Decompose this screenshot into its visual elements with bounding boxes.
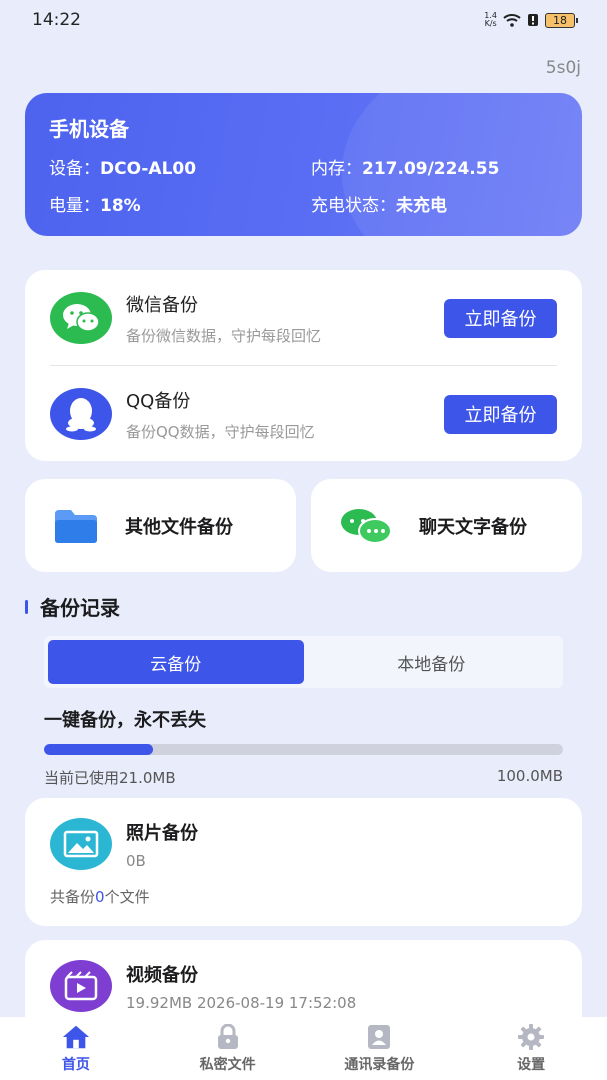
backup-records-title: 备份记录: [40, 596, 120, 620]
photo-backup-card[interactable]: 照片备份 0B 共备份0个文件: [25, 798, 582, 926]
user-id: 5s0j: [545, 58, 581, 78]
network-speed: 1.4 K/s: [484, 11, 497, 28]
folder-icon: [55, 509, 97, 543]
qq-backup-button[interactable]: 立即备份: [444, 394, 557, 434]
other-files-backup-label: 其他文件备份: [125, 516, 233, 538]
nav-item-settings[interactable]: 设置: [455, 1017, 607, 1080]
status-time: 14:22: [32, 10, 81, 30]
wechat-backup-row: 微信备份 备份微信数据，守护每段回忆 立即备份: [25, 270, 582, 366]
wechat-backup-title: 微信备份: [126, 294, 198, 316]
bottom-nav: 首页 私密文件 通讯录备份 设置: [0, 1017, 607, 1080]
nav-label-settings: 设置: [517, 1057, 546, 1073]
device-memory: 内存：217.09/224.55: [311, 159, 500, 179]
backup-records-header: 备份记录: [25, 592, 120, 621]
nav-item-private-files[interactable]: 私密文件: [152, 1017, 304, 1080]
video-backup-info: 19.92MB 2026-08-19 17:52:08: [126, 994, 357, 1012]
nav-item-contacts-backup[interactable]: 通讯录备份: [304, 1017, 456, 1080]
wechat-backup-desc: 备份微信数据，守护每段回忆: [126, 326, 322, 345]
storage-progress-bar: [44, 744, 563, 755]
device-battery: 电量：18%: [49, 196, 141, 216]
device-info-grid: 设备：DCO-AL00 内存：217.09/224.55 电量：18% 充电状态…: [49, 154, 558, 216]
photo-icon: [50, 818, 112, 870]
video-icon: [50, 960, 112, 1012]
storage-progress-fill: [44, 744, 153, 755]
tab-cloud-backup[interactable]: 云备份: [48, 640, 304, 684]
video-backup-title: 视频备份: [126, 965, 198, 986]
chat-bubbles-icon: [341, 508, 392, 544]
home-icon: [62, 1024, 90, 1050]
qq-backup-title: QQ备份: [126, 390, 191, 412]
photo-backup-count: 共备份0个文件: [50, 888, 150, 906]
other-files-backup-tile[interactable]: 其他文件备份: [25, 479, 296, 572]
status-icons: 1.4 K/s 18: [484, 11, 578, 28]
notification-icon: [528, 14, 538, 26]
chat-text-backup-tile[interactable]: 聊天文字备份: [311, 479, 582, 572]
device-card-title: 手机设备: [49, 117, 129, 141]
app-backup-card: 微信备份 备份微信数据，守护每段回忆 立即备份 QQ备份 备份QQ数据，守护每段…: [25, 270, 582, 461]
wechat-backup-text: 微信备份 备份微信数据，守护每段回忆: [126, 291, 444, 346]
qq-backup-row: QQ备份 备份QQ数据，守护每段回忆 立即备份: [25, 366, 582, 462]
chat-text-backup-label: 聊天文字备份: [419, 516, 527, 538]
nav-label-home: 首页: [61, 1057, 90, 1073]
section-marker: [25, 599, 28, 614]
backup-type-tabs: 云备份 本地备份: [44, 636, 563, 688]
device-model: 设备：DCO-AL00: [49, 159, 197, 179]
storage-total-text: 100.0MB: [496, 767, 563, 785]
gear-icon: [517, 1024, 545, 1050]
lock-icon: [214, 1024, 242, 1050]
qq-backup-desc: 备份QQ数据，守护每段回忆: [126, 422, 315, 441]
wechat-icon: [50, 292, 112, 344]
nav-label-private-files: 私密文件: [199, 1057, 256, 1073]
contacts-icon: [365, 1024, 393, 1050]
device-card: 手机设备 设备：DCO-AL00 内存：217.09/224.55 电量：18%…: [25, 93, 582, 236]
photo-backup-size: 0B: [126, 852, 146, 870]
wechat-backup-button[interactable]: 立即备份: [444, 298, 557, 338]
qq-backup-text: QQ备份 备份QQ数据，守护每段回忆: [126, 387, 444, 442]
storage-used-text: 当前已使用21.0MB: [44, 769, 176, 787]
device-charging: 充电状态：未充电: [311, 196, 447, 216]
nav-item-home[interactable]: 首页: [0, 1017, 152, 1080]
status-bar: 14:22 1.4 K/s 18: [0, 0, 607, 40]
backup-slogan: 一键备份，永不丢失: [44, 710, 206, 731]
nav-label-contacts-backup: 通讯录备份: [344, 1057, 415, 1073]
photo-backup-title: 照片备份: [126, 823, 198, 844]
qq-icon: [50, 388, 112, 440]
battery-icon: 18: [545, 12, 578, 28]
tab-local-backup[interactable]: 本地备份: [304, 640, 560, 684]
wifi-icon: [503, 14, 521, 27]
